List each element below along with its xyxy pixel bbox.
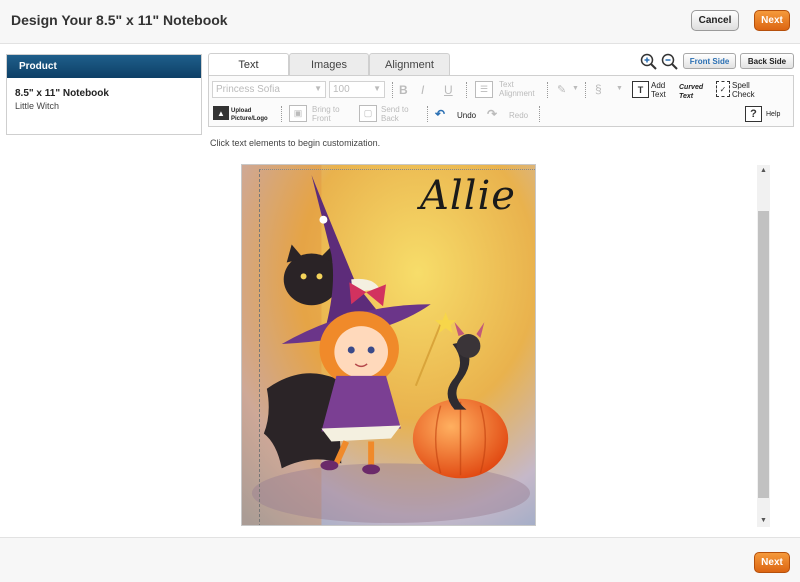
stroke-icon[interactable]: § — [595, 82, 602, 96]
curved-text-label[interactable]: Curved Text — [679, 83, 707, 101]
font-size-select[interactable]: 100 ▼ — [329, 81, 385, 98]
toolbar-divider — [281, 106, 282, 122]
cancel-button[interactable]: Cancel — [691, 10, 739, 31]
customization-hint: Click text elements to begin customizati… — [210, 138, 381, 148]
redo-arrow-icon[interactable]: ↷ — [487, 107, 497, 121]
product-panel-header: Product — [7, 55, 201, 78]
chevron-down-icon: ▼ — [373, 84, 381, 93]
spell-check-icon[interactable]: ✓ — [716, 81, 730, 97]
toolbar-divider — [466, 82, 467, 98]
top-bar: Design Your 8.5" x 11" Notebook Cancel N… — [0, 0, 800, 44]
font-select-value: Princess Sofia — [216, 84, 280, 95]
fill-color-icon[interactable]: ✎ — [557, 83, 566, 96]
chevron-down-icon: ▼ — [314, 84, 322, 93]
toolbar-divider — [427, 106, 428, 122]
page-title: Design Your 8.5" x 11" Notebook — [11, 12, 228, 28]
scroll-down-arrow-icon[interactable]: ▼ — [757, 515, 770, 527]
chevron-down-icon: ▼ — [616, 85, 623, 92]
scroll-up-arrow-icon[interactable]: ▲ — [757, 165, 770, 177]
send-to-back-label[interactable]: Send to Back — [381, 105, 419, 123]
tab-alignment[interactable]: Alignment — [369, 53, 450, 75]
scroll-thumb[interactable] — [758, 211, 769, 498]
font-select[interactable]: Princess Sofia ▼ — [212, 81, 326, 98]
product-variant: Little Witch — [15, 101, 60, 111]
toolbar-divider — [547, 82, 548, 98]
toolbar-divider — [539, 106, 540, 122]
image-icon[interactable]: ▲ — [213, 106, 229, 120]
undo-button[interactable]: Undo — [457, 111, 476, 120]
question-mark-icon[interactable]: ? — [745, 106, 762, 122]
bring-to-front-label[interactable]: Bring to Front — [312, 105, 350, 123]
zoom-in-icon[interactable] — [640, 53, 657, 70]
align-lines-icon[interactable]: ☰ — [475, 81, 493, 98]
tab-text[interactable]: Text — [208, 53, 289, 76]
canvas-scrollbar[interactable]: ▲ ▼ — [757, 165, 770, 527]
text-alignment-label[interactable]: Text Alignment — [499, 80, 545, 98]
undo-arrow-icon[interactable]: ↶ — [435, 107, 445, 121]
product-name: 8.5" x 11" Notebook — [15, 88, 109, 99]
spell-check-label[interactable]: Spell Check — [732, 81, 760, 99]
back-side-button[interactable]: Back Side — [740, 53, 794, 69]
send-to-back-icon[interactable]: ▢ — [359, 105, 377, 122]
footer-bar — [0, 537, 800, 582]
product-panel: Product 8.5" x 11" Notebook Little Witch — [6, 54, 202, 135]
font-size-value: 100 — [333, 84, 350, 95]
add-text-icon[interactable]: T — [632, 81, 649, 98]
front-side-button[interactable]: Front Side — [683, 53, 736, 69]
help-button[interactable]: Help — [766, 111, 780, 118]
toolbar-divider — [392, 82, 393, 98]
name-text-element[interactable]: Allie — [420, 173, 516, 219]
zoom-out-icon[interactable] — [661, 53, 678, 70]
bring-to-front-icon[interactable]: ▣ — [289, 105, 307, 122]
tab-images[interactable]: Images — [289, 53, 369, 75]
design-canvas[interactable]: Allie — [241, 164, 536, 526]
next-button-bottom[interactable]: Next — [754, 552, 790, 573]
safe-area-guide — [259, 169, 535, 525]
add-text-label[interactable]: Add Text — [651, 81, 671, 99]
redo-button[interactable]: Redo — [509, 111, 528, 120]
text-toolbar: Princess Sofia ▼ 100 ▼ B I U ☰ Text Alig… — [208, 75, 794, 127]
italic-button[interactable]: I — [421, 83, 424, 97]
upload-picture-button[interactable]: Upload Picture/Logo — [231, 107, 277, 123]
toolbar-divider — [585, 82, 586, 98]
chevron-down-icon: ▼ — [572, 85, 579, 92]
next-button-top[interactable]: Next — [754, 10, 790, 31]
underline-button[interactable]: U — [444, 83, 453, 97]
bold-button[interactable]: B — [399, 83, 408, 97]
